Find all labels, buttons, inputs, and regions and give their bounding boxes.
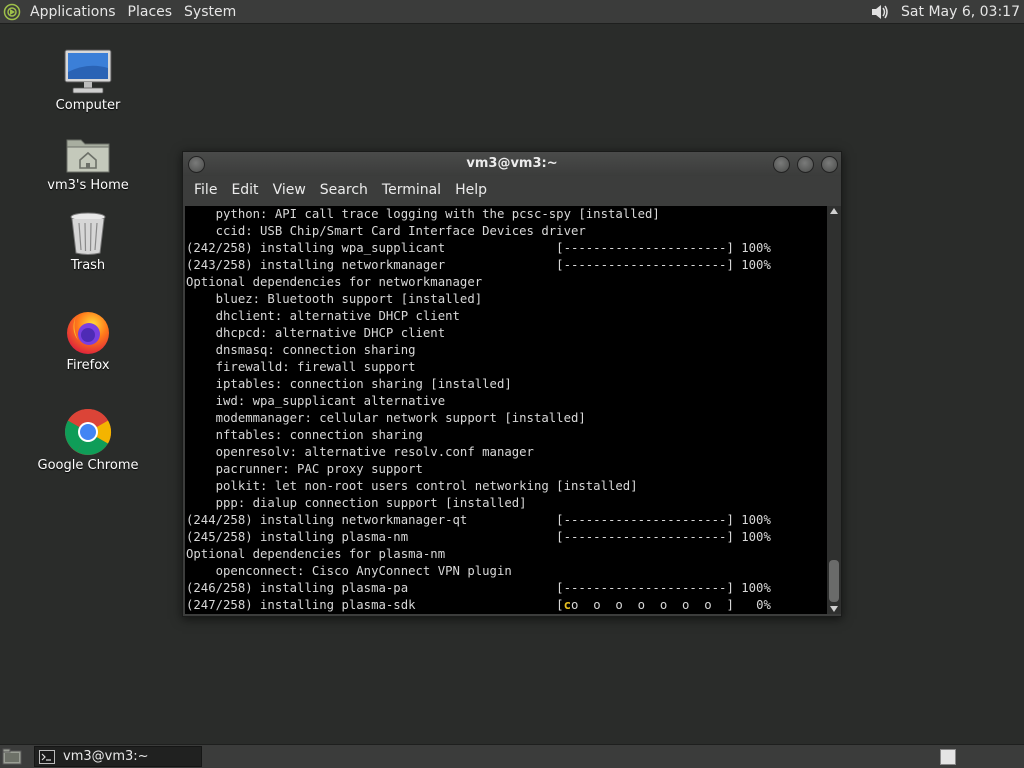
desktop-icon-chrome[interactable]: Google Chrome [28,406,148,473]
desktop-icon-computer[interactable]: Computer [28,46,148,113]
terminal-line: (243/258) installing networkmanager [---… [186,258,771,272]
home-folder-icon [62,126,114,176]
terminal-text: python: API call trace logging with the … [185,206,827,614]
bottom-panel: vm3@vm3:~ [0,744,1024,768]
menu-places[interactable]: Places [122,0,179,24]
desktop-icon-label: Computer [55,98,121,113]
menu-view[interactable]: View [266,182,313,198]
desktop-icon-trash[interactable]: Trash [28,206,148,273]
top-panel: Applications Places System Sat May 6, 03… [0,0,1024,24]
terminal-line: (246/258) installing plasma-pa [--------… [186,581,771,595]
scrollbar-thumb[interactable] [829,560,839,602]
terminal-line-progress: (247/258) installing plasma-sdk [co o o … [186,597,827,614]
terminal-line: bluez: Bluetooth support [installed] [186,292,483,306]
distro-logo-icon[interactable] [0,0,24,24]
menu-search[interactable]: Search [313,182,375,198]
terminal-icon [39,749,55,764]
close-button[interactable] [821,156,838,173]
firefox-icon [62,306,114,356]
progress-line-suffix: o o o o o o o ] 0% [570,598,771,612]
terminal-line: firewalld: firewall support [186,360,416,374]
scroll-down-arrow-icon[interactable] [830,606,838,612]
pacman-progress-glyph: c [563,598,571,612]
terminal-line: (242/258) installing wpa_supplicant [---… [186,241,771,255]
terminal-line: modemmanager: cellular network support [… [186,411,586,425]
top-panel-tray: Sat May 6, 03:17 [869,0,1024,24]
terminal-line: dhclient: alternative DHCP client [186,309,460,323]
menu-system[interactable]: System [178,0,242,24]
menu-terminal[interactable]: Terminal [375,182,448,198]
menu-edit[interactable]: Edit [224,182,265,198]
menu-file[interactable]: File [187,182,224,198]
taskbar-button-label: vm3@vm3:~ [63,749,149,764]
terminal-line: (244/258) installing networkmanager-qt [… [186,513,771,527]
terminal-line: Optional dependencies for networkmanager [186,275,483,289]
menu-help[interactable]: Help [448,182,494,198]
show-desktop-icon[interactable] [2,748,22,766]
terminal-line: ccid: USB Chip/Smart Card Interface Devi… [186,224,586,238]
terminal-window: vm3@vm3:~ File Edit View Search Terminal… [182,151,842,617]
terminal-line: ppp: dialup connection support [installe… [186,496,527,510]
terminal-line: openresolv: alternative resolv.conf mana… [186,445,534,459]
terminal-line: polkit: let non-root users control netwo… [186,479,638,493]
terminal-line: Optional dependencies for plasma-nm [186,547,446,561]
taskbar-button-terminal[interactable]: vm3@vm3:~ [34,746,202,767]
progress-line-prefix: (247/258) installing plasma-sdk [ [186,598,564,612]
desktop-icon-firefox[interactable]: Firefox [28,306,148,373]
trash-icon [62,206,114,256]
window-title: vm3@vm3:~ [466,156,558,171]
terminal-line: iwd: wpa_supplicant alternative [186,394,446,408]
terminal-line: dnsmasq: connection sharing [186,343,416,357]
computer-icon [62,46,114,96]
desktop-icon-label: Firefox [66,358,110,373]
scroll-up-arrow-icon[interactable] [830,208,838,214]
clock[interactable]: Sat May 6, 03:17 [891,0,1024,24]
maximize-button[interactable] [797,156,814,173]
terminal-line: dhcpcd: alternative DHCP client [186,326,446,340]
terminal-line: openconnect: Cisco AnyConnect VPN plugin [186,564,512,578]
minimize-button[interactable] [773,156,790,173]
desktop-icon-label: Trash [70,258,106,273]
desktop-icon-label: Google Chrome [37,458,139,473]
terminal-line: python: API call trace logging with the … [186,207,660,221]
menu-applications[interactable]: Applications [24,0,122,24]
terminal-scrollbar[interactable] [827,206,841,614]
terminal-output[interactable]: python: API call trace logging with the … [185,206,827,614]
desktop-icon-label: vm3's Home [47,178,129,193]
terminal-titlebar[interactable]: vm3@vm3:~ [183,152,841,176]
workspace-switcher[interactable] [940,749,956,765]
chrome-icon [62,406,114,456]
speaker-icon[interactable] [869,2,891,22]
desktop-icon-home[interactable]: vm3's Home [28,126,148,193]
terminal-line: (245/258) installing plasma-nm [--------… [186,530,771,544]
terminal-menubar: File Edit View Search Terminal Help [183,176,841,204]
terminal-line: iptables: connection sharing [installed] [186,377,512,391]
terminal-line: nftables: connection sharing [186,428,423,442]
main-menu: Applications Places System [0,0,242,24]
terminal-line: pacrunner: PAC proxy support [186,462,423,476]
